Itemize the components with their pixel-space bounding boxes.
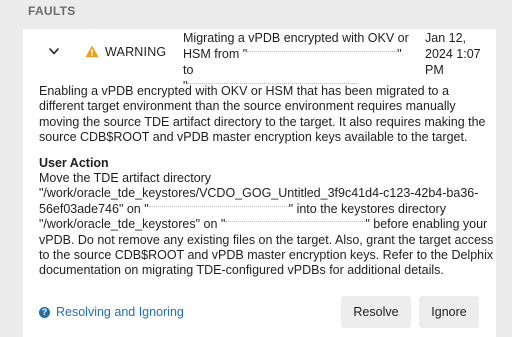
redacted-source-host [148,206,289,213]
fault-date-line2: 2024 1:07 [425,47,481,61]
resolve-button[interactable]: Resolve [341,296,411,328]
section-title: FAULTS [28,4,76,18]
fault-date-line1: Jan 12, [425,31,467,45]
fault-date: Jan 12, 2024 1:07 PM [425,30,491,78]
question-circle-icon: ? [39,307,50,318]
fault-title-line2: HSM from " " to [183,46,413,78]
fault-header[interactable]: WARNING Migrating a vPDB encrypted with … [23,29,496,93]
help-link-label: Resolving and Ignoring [56,305,184,319]
user-action-heading: User Action [39,156,109,170]
redacted-target-host [225,221,366,228]
fault-title-from: HSM from " [183,47,248,61]
fault-description: Enabling a vPDB encrypted with OKV or HS… [39,84,486,144]
resolving-and-ignoring-link[interactable]: ? Resolving and Ignoring [39,305,184,319]
redacted-host [247,51,398,58]
fault-date-line3: PM [425,63,444,77]
action-path2: "/work/oracle_tde_keystores" on " [39,217,226,232]
action-into: " into the keystores directory [288,201,446,216]
fault-title-line1: Migrating a vPDB encrypted with OKV or [183,31,409,45]
chevron-down-icon[interactable] [48,45,60,57]
warning-triangle-icon [85,45,99,58]
ignore-button[interactable]: Ignore [419,296,479,328]
severity-label: WARNING [105,45,167,59]
action-line1: Move the TDE artifact directory [39,171,212,185]
faults-panel: FAULTS WARNING Migrating a vPDB encrypte… [0,0,512,337]
user-action-body: Move the TDE artifact directory "/work/o… [39,171,495,279]
fault-card: WARNING Migrating a vPDB encrypted with … [23,29,496,337]
